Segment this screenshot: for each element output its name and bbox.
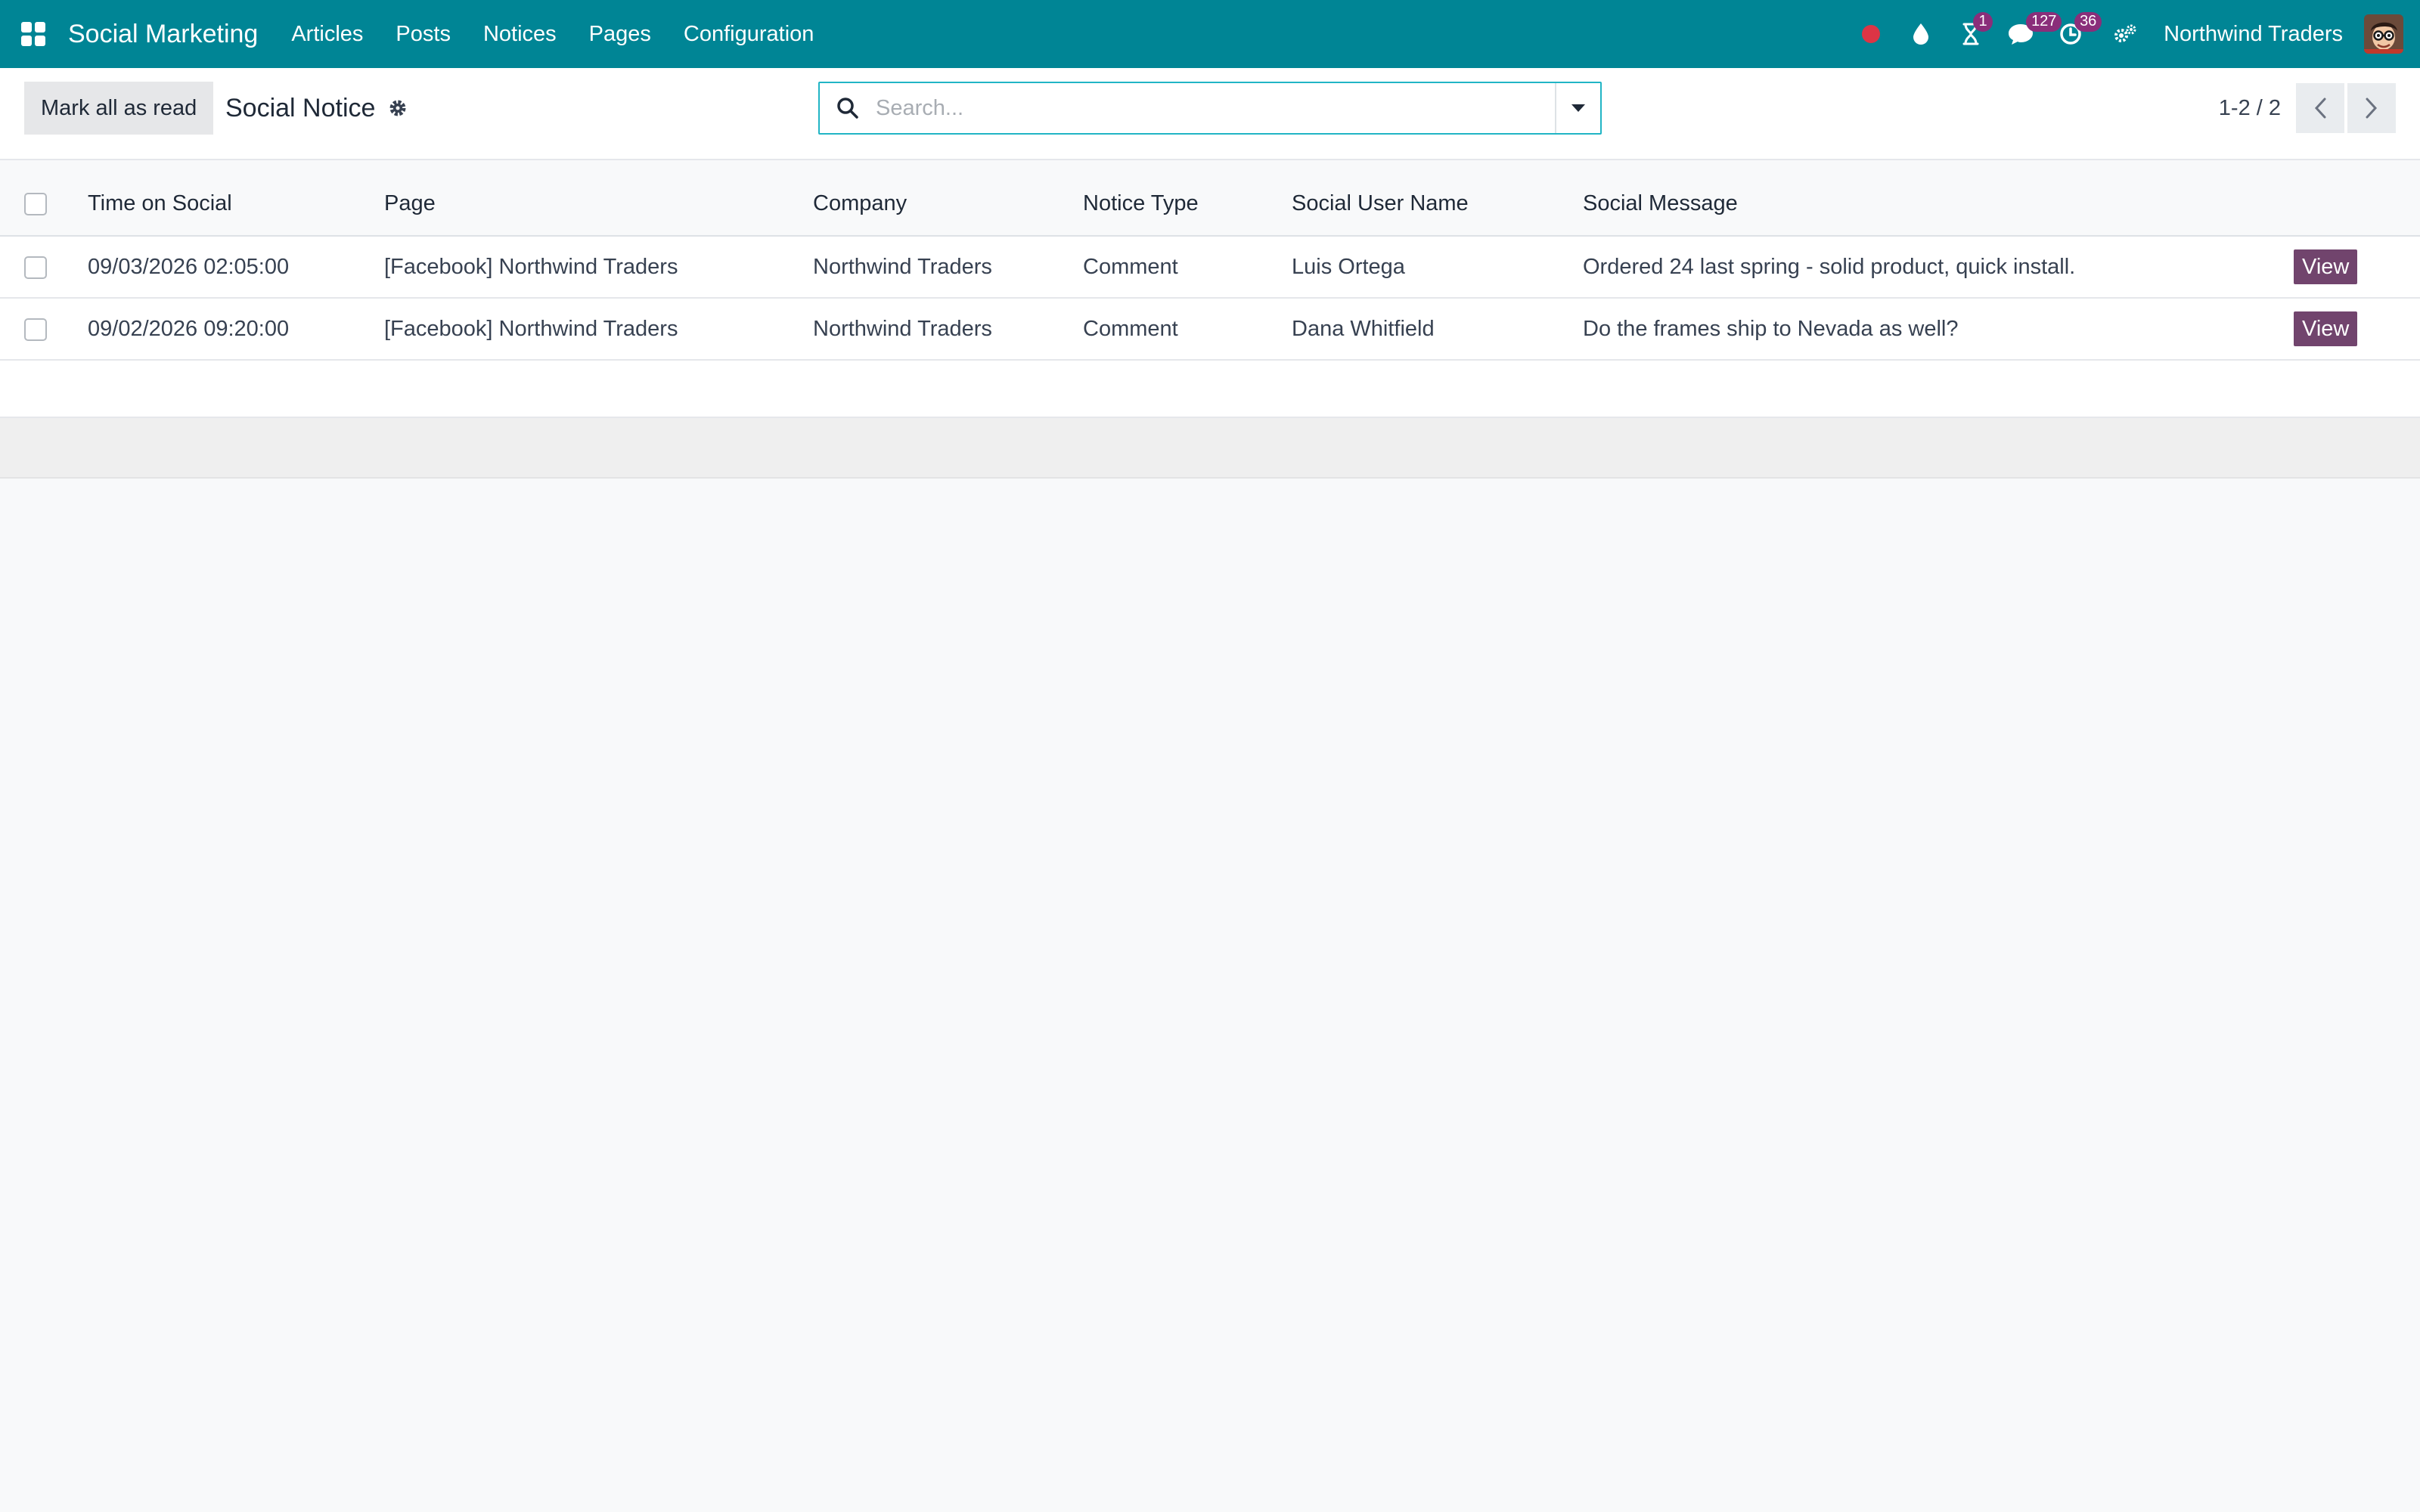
apps-grid-icon[interactable] — [20, 20, 47, 48]
record-dot-icon[interactable] — [1852, 15, 1890, 53]
menu-item-articles[interactable]: Articles — [291, 22, 363, 47]
select-all-checkbox[interactable] — [24, 193, 47, 216]
company-switcher[interactable]: Northwind Traders — [2164, 22, 2343, 47]
mark-all-read-button[interactable]: Mark all as read — [24, 82, 214, 135]
column-header-page[interactable]: Page — [384, 160, 813, 237]
app-name[interactable]: Social Marketing — [68, 20, 258, 49]
chat-icon[interactable]: 127 — [2002, 12, 2062, 53]
cell-company: Northwind Traders — [813, 254, 992, 279]
activities-badge: 1 — [1973, 12, 1993, 32]
cell-time: 09/02/2026 09:20:00 — [88, 316, 290, 341]
chevron-left-icon[interactable] — [2296, 83, 2344, 133]
column-header-company[interactable]: Company — [813, 160, 1083, 237]
table-footer — [0, 418, 2420, 479]
cell-notice-type: Comment — [1083, 254, 1178, 279]
user-avatar[interactable] — [2364, 14, 2403, 54]
table-row[interactable]: 09/02/2026 09:20:00 [Facebook] Northwind… — [0, 298, 2420, 360]
pager-value[interactable]: 1-2 / 2 — [2219, 96, 2281, 121]
cell-page: [Facebook] Northwind Traders — [384, 254, 678, 279]
clock-badge: 36 — [2074, 12, 2102, 32]
chevron-right-icon[interactable] — [2347, 83, 2396, 133]
column-header-user-name[interactable]: Social User Name — [1292, 160, 1583, 237]
menu-item-pages[interactable]: Pages — [589, 22, 651, 47]
search-box — [818, 82, 1602, 135]
search-icon — [820, 97, 876, 119]
gear-icon[interactable] — [387, 98, 408, 119]
cell-company: Northwind Traders — [813, 316, 992, 341]
page-title: Social Notice — [225, 93, 376, 122]
table-row[interactable]: 09/03/2026 02:05:00 [Facebook] Northwind… — [0, 236, 2420, 298]
row-checkbox[interactable] — [24, 256, 47, 279]
view-button[interactable]: View — [2294, 311, 2358, 346]
row-action-cell: View — [2294, 298, 2420, 360]
top-menu: Articles Posts Notices Pages Configurati… — [291, 22, 846, 47]
menu-item-notices[interactable]: Notices — [483, 22, 557, 47]
content-background — [0, 479, 2420, 1239]
search-input[interactable] — [876, 83, 1555, 133]
menu-item-configuration[interactable]: Configuration — [684, 22, 814, 47]
droplet-icon[interactable] — [1902, 15, 1940, 53]
row-checkbox[interactable] — [24, 318, 47, 341]
systray: 1 127 36 Northwind Traders — [1840, 0, 2403, 68]
table-header: Time on Social Page Company Notice Type … — [0, 160, 2420, 237]
pager: 1-2 / 2 — [2219, 82, 2396, 135]
cell-message: Ordered 24 last spring - solid product, … — [1583, 254, 2076, 279]
row-select-cell — [0, 236, 88, 298]
column-header-actions — [2294, 160, 2420, 237]
menu-item-posts[interactable]: Posts — [396, 22, 451, 47]
clock-icon[interactable]: 36 — [2052, 12, 2102, 53]
cell-message: Do the frames ship to Nevada as well? — [1583, 316, 1959, 341]
row-select-cell — [0, 298, 88, 360]
column-header-message[interactable]: Social Message — [1583, 160, 2294, 237]
empty-row — [0, 361, 2420, 418]
cell-time: 09/03/2026 02:05:00 — [88, 254, 290, 279]
record-dot — [1862, 25, 1881, 43]
cell-notice-type: Comment — [1083, 316, 1178, 341]
row-action-cell: View — [2294, 236, 2420, 298]
control-panel: Mark all as read Social Notice 1-2 / 2 — [0, 68, 2420, 160]
breadcrumb: Social Notice — [225, 82, 408, 135]
cell-user-name: Dana Whitfield — [1292, 316, 1435, 341]
view-button[interactable]: View — [2294, 249, 2358, 284]
cell-user-name: Luis Ortega — [1292, 254, 1405, 279]
gears-icon[interactable] — [2106, 15, 2144, 53]
column-header-notice-type[interactable]: Notice Type — [1083, 160, 1292, 237]
cell-page: [Facebook] Northwind Traders — [384, 316, 678, 341]
hourglass-icon[interactable]: 1 — [1952, 12, 1993, 53]
main-navbar: Social Marketing Articles Posts Notices … — [0, 0, 2420, 68]
select-all-cell — [0, 160, 88, 237]
notice-table: Time on Social Page Company Notice Type … — [0, 160, 2420, 361]
column-header-time[interactable]: Time on Social — [88, 160, 384, 237]
notice-list: Time on Social Page Company Notice Type … — [0, 160, 2420, 479]
caret-down-icon[interactable] — [1555, 83, 1600, 133]
